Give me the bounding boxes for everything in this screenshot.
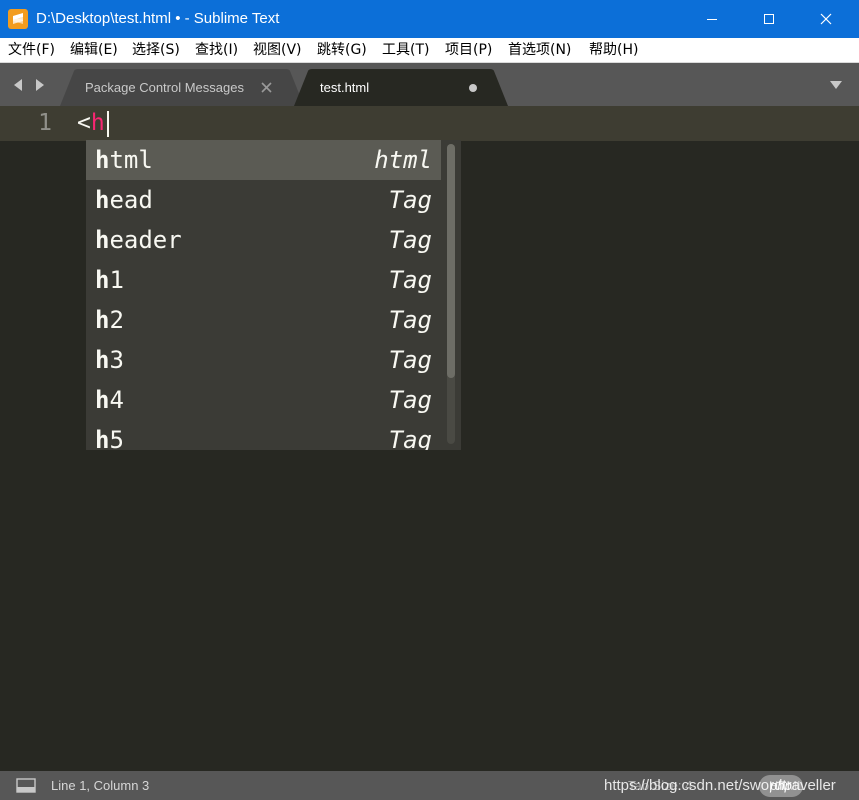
- completion-matched-prefix: h: [95, 346, 110, 374]
- completion-rest: 3: [109, 346, 124, 374]
- text-cursor: [107, 111, 109, 137]
- completion-trigger: head: [95, 180, 153, 220]
- line-number: 1: [38, 110, 52, 136]
- menu-preferences[interactable]: 首选项(N): [508, 38, 571, 63]
- php-watermark-logo: php: [759, 775, 803, 797]
- menu-view[interactable]: 视图(V): [253, 38, 302, 63]
- title-bar: D:\Desktop\test.html • - Sublime Text: [0, 0, 859, 38]
- completion-rest: ead: [109, 186, 153, 214]
- tab-bar: Package Control Messages test.html: [0, 63, 859, 106]
- completion-rest: 2: [109, 306, 124, 334]
- autocomplete-item[interactable]: h1 Tag: [86, 260, 441, 300]
- maximize-icon: [764, 14, 774, 24]
- menu-find[interactable]: 查找(I): [195, 38, 238, 63]
- autocomplete-item[interactable]: header Tag: [86, 220, 441, 260]
- completion-trigger: h5: [95, 420, 124, 450]
- menu-bar: 文件(F) 编辑(E) 选择(S) 查找(I) 视图(V) 跳转(G) 工具(T…: [0, 38, 859, 63]
- tab-test-html[interactable]: test.html: [294, 69, 508, 106]
- menu-help[interactable]: 帮助(H): [589, 38, 638, 63]
- maximize-button[interactable]: [746, 0, 792, 38]
- menu-tools[interactable]: 工具(T): [382, 38, 429, 63]
- tab-label: Package Control Messages: [85, 80, 244, 95]
- autocomplete-item[interactable]: h5 Tag: [86, 420, 441, 450]
- code-line[interactable]: <h: [77, 106, 105, 141]
- tab-navigation-arrows-icon[interactable]: [12, 77, 46, 93]
- status-bar: Line 1, Column 3 Tab Size: 4 HTML https:…: [0, 771, 859, 800]
- completion-annotation: Tag: [388, 266, 432, 294]
- close-button[interactable]: [803, 0, 849, 38]
- tab-package-control-messages[interactable]: Package Control Messages: [60, 69, 304, 106]
- cursor-position: Line 1, Column 3: [51, 778, 150, 793]
- tab-label: test.html: [320, 80, 370, 95]
- autocomplete-popup: html html head Tag header Tag h1 Tag h2 …: [86, 140, 461, 450]
- autocomplete-item[interactable]: h2 Tag: [86, 300, 441, 340]
- completion-trigger: h3: [95, 340, 124, 380]
- completion-rest: eader: [109, 226, 182, 254]
- completion-rest: tml: [109, 146, 153, 174]
- completion-annotation: Tag: [388, 186, 432, 214]
- menu-project[interactable]: 项目(P): [445, 38, 492, 63]
- close-tab-icon[interactable]: [261, 82, 272, 93]
- completion-annotation: Tag: [388, 346, 432, 374]
- menu-selection[interactable]: 选择(S): [132, 38, 180, 63]
- completion-trigger: html: [95, 140, 153, 180]
- menu-file[interactable]: 文件(F): [8, 38, 55, 63]
- completion-trigger: h4: [95, 380, 124, 420]
- completion-annotation: html: [374, 146, 432, 174]
- autocomplete-item[interactable]: h3 Tag: [86, 340, 441, 380]
- autocomplete-item[interactable]: h4 Tag: [86, 380, 441, 420]
- completion-matched-prefix: h: [95, 226, 110, 254]
- close-icon: [820, 13, 832, 25]
- completion-trigger: header: [95, 220, 182, 260]
- completion-annotation: Tag: [388, 426, 432, 450]
- autocomplete-scrollbar-thumb[interactable]: [447, 144, 455, 378]
- completion-annotation: Tag: [388, 306, 432, 334]
- panel-switcher-icon[interactable]: [16, 778, 36, 793]
- completion-rest: 4: [109, 386, 124, 414]
- completion-matched-prefix: h: [95, 186, 110, 214]
- autocomplete-item[interactable]: html html: [86, 140, 441, 180]
- current-line-highlight: [66, 106, 859, 141]
- completion-annotation: Tag: [388, 226, 432, 254]
- tab-list-dropdown-icon[interactable]: [829, 80, 843, 90]
- code-tag-text: h: [90, 110, 105, 136]
- window-title: D:\Desktop\test.html • - Sublime Text: [36, 10, 280, 27]
- completion-matched-prefix: h: [95, 426, 110, 450]
- menu-goto[interactable]: 跳转(G): [317, 38, 367, 63]
- minimize-icon: [707, 19, 717, 20]
- completion-matched-prefix: h: [95, 146, 110, 174]
- autocomplete-item[interactable]: head Tag: [86, 180, 441, 220]
- completion-matched-prefix: h: [95, 266, 110, 294]
- minimize-button[interactable]: [689, 0, 735, 38]
- completion-annotation: Tag: [388, 386, 432, 414]
- code-bracket: <: [77, 110, 91, 136]
- completion-matched-prefix: h: [95, 386, 110, 414]
- completion-rest: 5: [109, 426, 124, 450]
- completion-trigger: h2: [95, 300, 124, 340]
- menu-edit[interactable]: 编辑(E): [70, 38, 118, 63]
- completion-matched-prefix: h: [95, 306, 110, 334]
- unsaved-dot-icon[interactable]: [469, 84, 477, 92]
- sublime-text-logo-icon: [8, 9, 28, 29]
- completion-trigger: h1: [95, 260, 124, 300]
- completion-rest: 1: [109, 266, 124, 294]
